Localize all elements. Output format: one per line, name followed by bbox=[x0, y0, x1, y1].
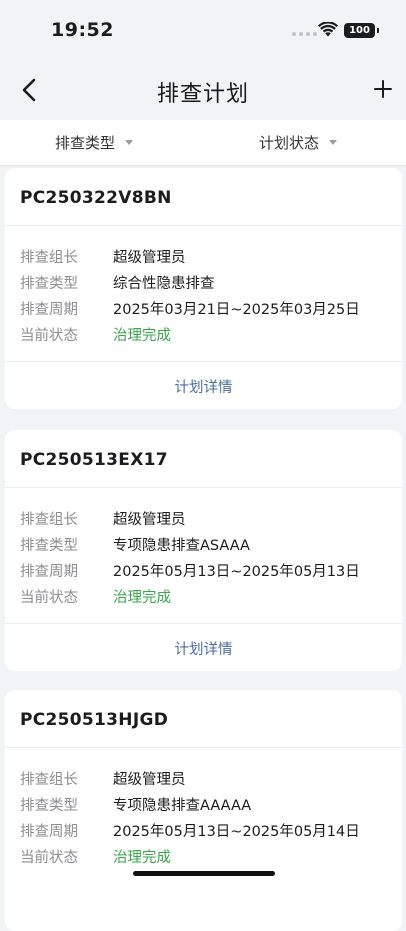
leader-row: 排查组长 超级管理员 bbox=[20, 508, 186, 530]
home-indicator bbox=[133, 871, 275, 876]
status-bar: 19:52 100 bbox=[0, 0, 406, 60]
cellular-signal-icon bbox=[292, 32, 317, 36]
plan-card[interactable]: PC250513HJGD 排查组长 超级管理员 排查类型 专项隐患排查AAAAA… bbox=[5, 690, 402, 931]
type-label: 排查类型 bbox=[20, 276, 78, 292]
divider bbox=[5, 487, 402, 488]
period-row: 排查周期 2025年05月13日~2025年05月14日 bbox=[20, 820, 360, 842]
period-row: 排查周期 2025年03月21日~2025年03月25日 bbox=[20, 298, 360, 320]
page-title: 排查计划 bbox=[156, 82, 249, 107]
leader-row: 排查组长 超级管理员 bbox=[20, 246, 186, 268]
type-label: 排查类型 bbox=[20, 538, 78, 554]
state-row: 当前状态 治理完成 bbox=[20, 324, 171, 346]
state-value: 治理完成 bbox=[113, 328, 171, 344]
filter-inspection-type[interactable]: 排查类型 bbox=[55, 120, 134, 165]
filter-type-label: 排查类型 bbox=[55, 134, 116, 152]
leader-label: 排查组长 bbox=[20, 250, 78, 266]
state-label: 当前状态 bbox=[20, 850, 78, 866]
leader-value: 超级管理员 bbox=[113, 772, 186, 788]
leader-value: 超级管理员 bbox=[113, 512, 186, 528]
type-value: 综合性隐患排查 bbox=[113, 276, 215, 292]
plan-code: PC250513EX17 bbox=[20, 450, 168, 470]
type-row: 排查类型 专项隐患排查ASAAA bbox=[20, 534, 250, 556]
add-plus-icon[interactable] bbox=[372, 78, 394, 100]
period-label: 排查周期 bbox=[20, 824, 78, 840]
divider bbox=[5, 747, 402, 748]
type-value: 专项隐患排查AAAAA bbox=[113, 798, 252, 814]
divider bbox=[5, 623, 402, 624]
state-row: 当前状态 治理完成 bbox=[20, 846, 171, 868]
state-value: 治理完成 bbox=[113, 850, 171, 866]
plan-detail-link[interactable]: 计划详情 bbox=[5, 376, 402, 397]
type-value: 专项隐患排查ASAAA bbox=[113, 538, 250, 554]
status-time: 19:52 bbox=[51, 19, 114, 41]
state-value: 治理完成 bbox=[113, 590, 171, 606]
period-label: 排查周期 bbox=[20, 564, 78, 580]
state-label: 当前状态 bbox=[20, 328, 78, 344]
period-label: 排查周期 bbox=[20, 302, 78, 318]
wifi-icon bbox=[318, 22, 338, 37]
type-row: 排查类型 专项隐患排查AAAAA bbox=[20, 794, 251, 816]
divider bbox=[5, 225, 402, 226]
type-row: 排查类型 综合性隐患排查 bbox=[20, 272, 215, 294]
caret-down-icon bbox=[125, 140, 134, 145]
state-row: 当前状态 治理完成 bbox=[20, 586, 171, 608]
plan-detail-link[interactable]: 计划详情 bbox=[5, 638, 402, 659]
leader-value: 超级管理员 bbox=[113, 250, 186, 266]
filter-bar: 排查类型 计划状态 bbox=[0, 120, 406, 166]
period-value: 2025年05月13日~2025年05月13日 bbox=[113, 564, 360, 580]
state-label: 当前状态 bbox=[20, 590, 78, 606]
type-label: 排查类型 bbox=[20, 798, 78, 814]
period-value: 2025年03月21日~2025年03月25日 bbox=[113, 302, 360, 318]
battery-indicator: 100 bbox=[344, 23, 379, 38]
leader-label: 排查组长 bbox=[20, 512, 78, 528]
divider bbox=[5, 361, 402, 362]
filter-status-label: 计划状态 bbox=[259, 134, 320, 152]
leader-row: 排查组长 超级管理员 bbox=[20, 768, 186, 790]
period-value: 2025年05月13日~2025年05月14日 bbox=[113, 824, 360, 840]
plan-card[interactable]: PC250513EX17 排查组长 超级管理员 排查类型 专项隐患排查ASAAA… bbox=[5, 430, 402, 671]
caret-down-icon bbox=[329, 140, 338, 145]
navigation-bar: 排查计划 bbox=[0, 60, 406, 120]
plan-code: PC250322V8BN bbox=[20, 188, 172, 208]
plan-card[interactable]: PC250322V8BN 排查组长 超级管理员 排查类型 综合性隐患排查 排查周… bbox=[5, 168, 402, 409]
plan-code: PC250513HJGD bbox=[20, 710, 169, 730]
leader-label: 排查组长 bbox=[20, 772, 78, 788]
period-row: 排查周期 2025年05月13日~2025年05月13日 bbox=[20, 560, 360, 582]
filter-plan-status[interactable]: 计划状态 bbox=[259, 120, 338, 165]
